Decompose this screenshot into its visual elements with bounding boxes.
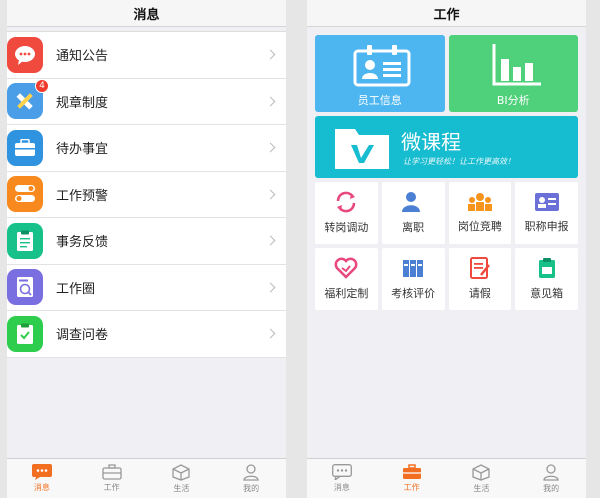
grid-item-label: 意见箱 bbox=[530, 287, 564, 300]
tab-messages[interactable]: 消息 bbox=[7, 459, 77, 498]
list-item-label: 工作预警 bbox=[56, 188, 109, 204]
message-icon bbox=[31, 464, 52, 480]
grid-item-evaluation[interactable]: 考核评价 bbox=[381, 248, 445, 310]
grid-item-label: 职称申报 bbox=[524, 220, 569, 233]
page-title: 消息 bbox=[133, 7, 160, 23]
tab-me[interactable]: 我的 bbox=[516, 459, 586, 498]
person-icon bbox=[243, 463, 259, 481]
list-item-survey[interactable]: 调查问卷 bbox=[7, 311, 286, 358]
function-grid: 转岗调动 离职 岗位竞聘 职称申报 福利定制 考核评价 请假 意见箱 bbox=[315, 182, 578, 310]
grid-item-label: 请假 bbox=[468, 287, 491, 300]
list-item-label: 调查问卷 bbox=[56, 328, 109, 344]
clipboard-icon bbox=[7, 222, 43, 259]
chevron-right-icon bbox=[265, 189, 276, 200]
tab-label: 工作 bbox=[403, 483, 420, 492]
compete-icon bbox=[467, 193, 492, 211]
grid-item-label: 离职 bbox=[402, 221, 425, 234]
resign-icon bbox=[402, 192, 425, 212]
box-icon bbox=[472, 463, 491, 481]
list-item-work-circle[interactable]: 工作圈 bbox=[7, 265, 286, 311]
nav-bar: 工作 bbox=[307, 0, 586, 27]
chevron-right-icon bbox=[265, 49, 276, 60]
list-item-label: 待办事宜 bbox=[56, 142, 109, 158]
jobs-circle-icon bbox=[7, 269, 43, 306]
grid-item-transfer[interactable]: 转岗调动 bbox=[315, 182, 378, 244]
tab-messages[interactable]: 消息 bbox=[307, 459, 377, 498]
tab-label: 工作 bbox=[103, 483, 120, 492]
micro-course-banner[interactable]: 微课程 让学习更轻松！让工作更高效！ bbox=[315, 116, 578, 178]
person-icon bbox=[543, 463, 559, 481]
id-card-icon bbox=[353, 45, 411, 87]
list-item-feedback[interactable]: 事务反馈 bbox=[7, 218, 286, 265]
grid-item-label: 转岗调动 bbox=[324, 221, 369, 234]
ruler-pencil-icon: 4 bbox=[7, 79, 49, 120]
list-item-notice[interactable]: 通知公告 bbox=[7, 32, 286, 79]
grid-item-resign[interactable]: 离职 bbox=[381, 182, 445, 244]
grid-item-label: 福利定制 bbox=[324, 287, 369, 300]
tab-label: 生活 bbox=[173, 483, 190, 493]
feature-tiles: 员工信息 BI分析 bbox=[315, 35, 578, 112]
banner-subtitle: 让学习更轻松！让工作更高效！ bbox=[403, 157, 515, 166]
work-screen: 工作 员工信息 BI分析 微课程 让学习更轻松！让工作更高效！ 转岗调动 离职 … bbox=[307, 0, 586, 498]
bar-chart-icon bbox=[492, 44, 541, 86]
tab-life[interactable]: 生活 bbox=[147, 459, 217, 498]
title-card-icon bbox=[534, 193, 559, 211]
folder-icon bbox=[335, 129, 389, 169]
tab-bar: 消息 工作 生活 我的 bbox=[307, 458, 586, 498]
tab-label: 消息 bbox=[333, 483, 350, 492]
checklist-icon bbox=[7, 315, 43, 352]
chevron-right-icon bbox=[265, 142, 276, 153]
nav-bar: 消息 bbox=[7, 0, 286, 27]
chevron-right-icon bbox=[265, 328, 276, 339]
list-item-todo[interactable]: 待办事宜 bbox=[7, 125, 286, 172]
grid-item-leave[interactable]: 请假 bbox=[448, 248, 512, 310]
list-item-rules[interactable]: 4 规章制度 bbox=[7, 79, 286, 125]
list-item-label: 规章制度 bbox=[56, 95, 109, 111]
grid-item-compete[interactable]: 岗位竞聘 bbox=[448, 182, 512, 244]
tab-work[interactable]: 工作 bbox=[377, 459, 447, 498]
list-item-label: 事务反馈 bbox=[56, 235, 109, 251]
grid-item-label: 岗位竞聘 bbox=[457, 220, 502, 233]
tab-label: 我的 bbox=[243, 483, 260, 493]
list-item-label: 工作圈 bbox=[56, 281, 96, 297]
tab-label: 我的 bbox=[543, 483, 560, 493]
list-item-label: 通知公告 bbox=[56, 49, 109, 65]
message-list: 通知公告 4 规章制度 待办事宜 工作预警 事务反馈 工作圈 调查问卷 bbox=[7, 31, 286, 358]
banner-title: 微课程 bbox=[401, 130, 461, 154]
briefcase-icon bbox=[101, 464, 122, 480]
employee-info-tile[interactable]: 员工信息 bbox=[315, 35, 445, 112]
tile-label: BI分析 bbox=[496, 94, 530, 107]
leave-icon bbox=[469, 257, 490, 279]
message-icon bbox=[331, 464, 352, 480]
tab-label: 生活 bbox=[473, 483, 490, 493]
grid-item-title-apply[interactable]: 职称申报 bbox=[515, 182, 578, 244]
page-title: 工作 bbox=[433, 7, 460, 23]
chat-bubble-icon bbox=[7, 36, 43, 73]
suggestion-box-icon bbox=[538, 258, 555, 278]
grid-item-welfare[interactable]: 福利定制 bbox=[315, 248, 378, 310]
toggle-icon bbox=[7, 176, 43, 213]
chevron-right-icon bbox=[265, 235, 276, 246]
messages-screen: 消息 通知公告 4 规章制度 待办事宜 工作预警 事务反馈 工作圈 调查问卷 消… bbox=[7, 0, 286, 498]
transfer-icon bbox=[337, 191, 356, 213]
evaluation-icon bbox=[403, 260, 424, 277]
tab-life[interactable]: 生活 bbox=[447, 459, 517, 498]
box-icon bbox=[172, 463, 191, 481]
bi-analysis-tile[interactable]: BI分析 bbox=[448, 35, 578, 112]
welfare-icon bbox=[334, 257, 358, 279]
tab-label: 消息 bbox=[33, 483, 50, 492]
tab-bar: 消息 工作 生活 我的 bbox=[7, 458, 286, 498]
tile-label: 员工信息 bbox=[357, 94, 402, 107]
chevron-right-icon bbox=[265, 96, 276, 107]
grid-item-label: 考核评价 bbox=[391, 287, 436, 300]
tab-me[interactable]: 我的 bbox=[216, 459, 286, 498]
briefcase-icon bbox=[402, 464, 421, 479]
unread-badge: 4 bbox=[35, 79, 49, 94]
grid-item-suggestion[interactable]: 意见箱 bbox=[515, 248, 578, 310]
list-item-warning[interactable]: 工作预警 bbox=[7, 172, 286, 218]
briefcase-icon bbox=[7, 129, 43, 166]
chevron-right-icon bbox=[265, 282, 276, 293]
tab-work[interactable]: 工作 bbox=[77, 459, 147, 498]
